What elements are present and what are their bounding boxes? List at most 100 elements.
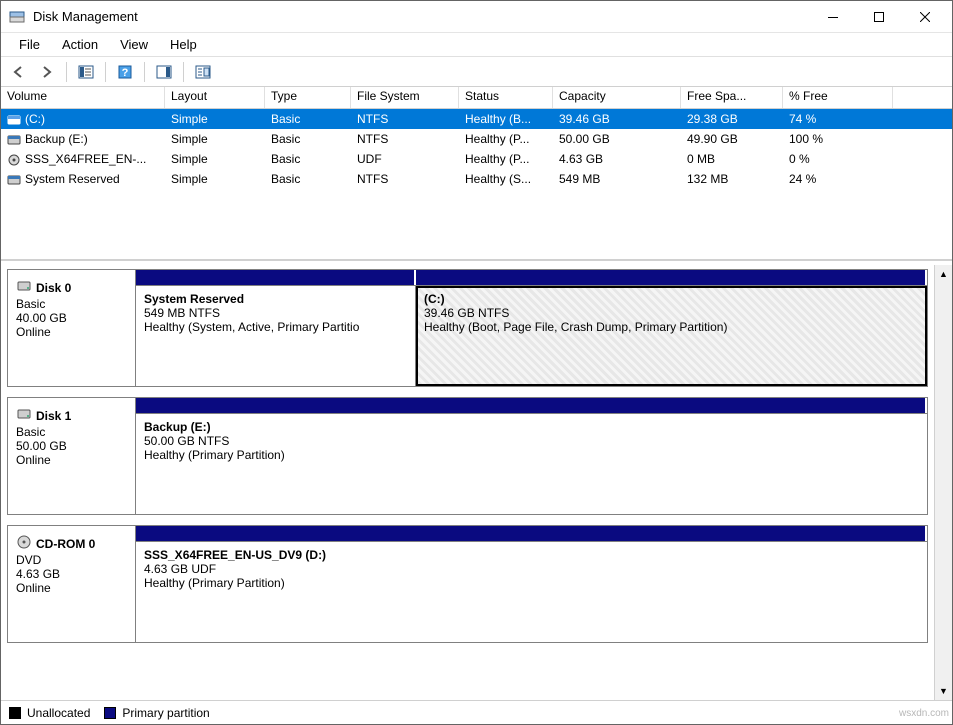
volume-type: Basic	[265, 151, 351, 167]
disk-info[interactable]: Disk 1Basic50.00 GBOnline	[8, 398, 136, 514]
volume-icon	[7, 174, 21, 184]
partition[interactable]: SSS_X64FREE_EN-US_DV9 (D:)4.63 GB UDFHea…	[136, 542, 927, 642]
partition-status: Healthy (Primary Partition)	[144, 448, 919, 462]
col-type[interactable]: Type	[265, 87, 351, 108]
scroll-up-icon[interactable]: ▲	[935, 265, 952, 283]
partition[interactable]: System Reserved549 MB NTFSHealthy (Syste…	[136, 286, 416, 386]
volume-status: Healthy (P...	[459, 131, 553, 147]
menu-help[interactable]: Help	[160, 34, 207, 55]
partition-name: Backup (E:)	[144, 420, 919, 434]
volume-type: Basic	[265, 111, 351, 127]
menu-action[interactable]: Action	[52, 34, 108, 55]
disk-bar-segment	[136, 526, 927, 541]
col-capacity[interactable]: Capacity	[553, 87, 681, 108]
show-hide-action-pane-button[interactable]	[152, 60, 176, 84]
volume-layout: Simple	[165, 131, 265, 147]
legend-unallocated-label: Unallocated	[27, 706, 90, 720]
volume-pctfree: 100 %	[783, 131, 893, 147]
back-button[interactable]	[7, 60, 31, 84]
volume-layout: Simple	[165, 111, 265, 127]
volume-free: 29.38 GB	[681, 111, 783, 127]
disk-status: Online	[16, 325, 129, 339]
volume-fs: NTFS	[351, 171, 459, 187]
disk-partitions: SSS_X64FREE_EN-US_DV9 (D:)4.63 GB UDFHea…	[136, 526, 927, 642]
disk-name: Disk 1	[36, 409, 71, 423]
col-filesystem[interactable]: File System	[351, 87, 459, 108]
disk-entry: Disk 1Basic50.00 GBOnlineBackup (E:)50.0…	[7, 397, 928, 515]
toolbar-separator	[183, 62, 184, 82]
disk-entry: Disk 0 Basic40.00 GBOnline System Reserved…	[7, 269, 928, 387]
volume-fs: UDF	[351, 151, 459, 167]
col-layout[interactable]: Layout	[165, 87, 265, 108]
menubar: File Action View Help	[1, 33, 952, 57]
disk-bar-segment	[136, 270, 416, 285]
volume-status: Healthy (B...	[459, 111, 553, 127]
col-freespace[interactable]: Free Spa...	[681, 87, 783, 108]
minimize-button[interactable]	[810, 2, 856, 32]
window-title: Disk Management	[33, 9, 138, 24]
settings-button[interactable]	[191, 60, 215, 84]
disk-graphical-view: Disk 0Basic40.00 GBOnlineSystem Reserved…	[1, 261, 952, 700]
volume-capacity: 4.63 GB	[553, 151, 681, 167]
legend: Unallocated Primary partition	[1, 700, 952, 724]
scroll-down-icon[interactable]: ▼	[935, 682, 952, 700]
svg-text:?: ?	[122, 67, 129, 79]
disk-info[interactable]: Disk 0 Basic40.00 GBOnline	[8, 270, 136, 386]
forward-button[interactable]	[35, 60, 59, 84]
volume-pctfree: 0 %	[783, 151, 893, 167]
volume-icon	[7, 114, 21, 124]
partition-name: (C:)	[424, 292, 919, 306]
partition-size: 50.00 GB NTFS	[144, 434, 919, 448]
disk-type: Basic	[16, 425, 129, 439]
col-volume[interactable]: Volume	[1, 87, 165, 108]
menu-file[interactable]: File	[9, 34, 50, 55]
partition-status: Healthy (Primary Partition)	[144, 576, 919, 590]
content-area: Volume Layout Type File System Status Ca…	[1, 87, 952, 724]
disk-partitions: Backup (E:)50.00 GB NTFSHealthy (Primary…	[136, 398, 927, 514]
disk-size: 4.63 GB	[16, 567, 129, 581]
volume-row[interactable]: System ReservedSimpleBasicNTFSHealthy (S…	[1, 169, 952, 189]
partition-size: 4.63 GB UDF	[144, 562, 919, 576]
volume-pctfree: 74 %	[783, 111, 893, 127]
volume-free: 0 MB	[681, 151, 783, 167]
app-icon	[9, 9, 25, 25]
legend-primary-label: Primary partition	[122, 706, 209, 720]
disk-status: Online	[16, 453, 129, 467]
volume-layout: Simple	[165, 151, 265, 167]
toolbar-separator	[66, 62, 67, 82]
disk-name: Disk 0	[36, 281, 71, 295]
disk-bar	[136, 270, 927, 286]
volume-status: Healthy (S...	[459, 171, 553, 187]
volume-row[interactable]: SSS_X64FREE_EN-...SimpleBasicUDFHealthy …	[1, 149, 952, 169]
scrollbar-vertical[interactable]: ▲ ▼	[934, 265, 952, 700]
partition[interactable]: (C:)39.46 GB NTFSHealthy (Boot, Page Fil…	[416, 286, 927, 386]
menu-view[interactable]: View	[110, 34, 158, 55]
volume-type: Basic	[265, 131, 351, 147]
volume-name: SSS_X64FREE_EN-...	[25, 152, 146, 166]
disk-size: 40.00 GB	[16, 311, 129, 325]
disk-name: CD-ROM 0	[36, 537, 95, 551]
partition[interactable]: Backup (E:)50.00 GB NTFSHealthy (Primary…	[136, 414, 927, 514]
partition-status: Healthy (Boot, Page File, Crash Dump, Pr…	[424, 320, 919, 334]
disk-bar	[136, 398, 927, 414]
col-status[interactable]: Status	[459, 87, 553, 108]
volume-row[interactable]: Backup (E:)SimpleBasicNTFSHealthy (P...5…	[1, 129, 952, 149]
volume-capacity: 549 MB	[553, 171, 681, 187]
volume-type: Basic	[265, 171, 351, 187]
disk-type: Basic	[16, 297, 129, 311]
volume-row[interactable]: (C:)SimpleBasicNTFSHealthy (B...39.46 GB…	[1, 109, 952, 129]
maximize-button[interactable]	[856, 2, 902, 32]
disc-icon	[7, 154, 21, 164]
disk-info[interactable]: CD-ROM 0DVD4.63 GBOnline	[8, 526, 136, 642]
col-pctfree[interactable]: % Free	[783, 87, 893, 108]
drive-icon	[16, 406, 32, 425]
close-button[interactable]	[902, 2, 948, 32]
volume-capacity: 39.46 GB	[553, 111, 681, 127]
show-hide-console-tree-button[interactable]	[74, 60, 98, 84]
disk-entry: CD-ROM 0DVD4.63 GBOnlineSSS_X64FREE_EN-U…	[7, 525, 928, 643]
help-button[interactable]: ?	[113, 60, 137, 84]
volume-list-header: Volume Layout Type File System Status Ca…	[1, 87, 952, 109]
legend-primary: Primary partition	[104, 706, 209, 720]
disk-bar-segment	[416, 270, 927, 285]
legend-unallocated: Unallocated	[9, 706, 90, 720]
